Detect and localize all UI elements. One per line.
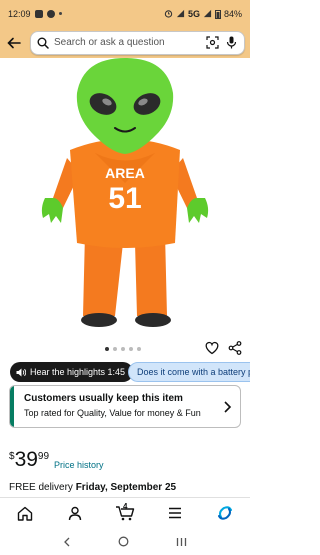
jumpsuit-text-number: 51 — [108, 182, 141, 215]
nav-rufus[interactable] — [210, 500, 240, 526]
signal-bars-icon — [203, 9, 212, 18]
search-input[interactable]: Search or ask a question — [30, 30, 245, 55]
battery-percent: 84% — [223, 8, 242, 19]
bottom-nav: 4 — [0, 498, 250, 528]
price: $ 39 99 — [9, 449, 49, 471]
hear-highlights-label: Hear the highlights 1:45 — [30, 367, 126, 377]
question-chip[interactable]: Does it come with a battery pa — [128, 362, 250, 382]
network-type: 5G — [187, 8, 200, 19]
rufus-assistant-icon — [218, 506, 232, 520]
nav-cart[interactable]: 4 — [110, 500, 140, 526]
price-history-link[interactable]: Price history — [54, 460, 104, 470]
delivery-prefix: FREE delivery — [9, 482, 76, 493]
pager-dot[interactable] — [137, 347, 141, 351]
chat-icon — [46, 9, 55, 18]
keep-card-accent — [10, 386, 14, 427]
jumpsuit-text-area: AREA — [105, 165, 145, 181]
highlight-chips: Hear the highlights 1:45 Does it come wi… — [0, 362, 250, 384]
camera-scan-icon — [205, 36, 219, 49]
battery-icon — [214, 9, 221, 19]
system-recents-icon[interactable] — [176, 537, 187, 547]
camera-search-button[interactable] — [205, 36, 219, 50]
image-pager[interactable] — [105, 347, 141, 351]
home-icon — [17, 506, 33, 521]
product-image[interactable]: AREA 51 — [35, 58, 215, 328]
user-icon — [68, 506, 82, 520]
pager-dot[interactable] — [129, 347, 133, 351]
signal-icon — [176, 9, 185, 18]
alarm-icon — [164, 10, 173, 18]
back-button[interactable] — [5, 34, 23, 52]
delivery-info: FREE delivery Friday, September 25 — [9, 482, 176, 493]
system-back-icon[interactable] — [63, 537, 71, 547]
speaker-icon — [16, 368, 26, 376]
cart-count-badge: 4 — [123, 502, 128, 511]
price-fraction: 99 — [37, 451, 50, 462]
status-bar: 12:09 5G 84% — [0, 0, 250, 27]
nav-home[interactable] — [10, 500, 40, 526]
search-placeholder: Search or ask a question — [54, 37, 165, 48]
microphone-icon — [226, 36, 236, 49]
pager-dot[interactable] — [121, 347, 125, 351]
app-screen: 12:09 5G 84% Search or ask a question AR… — [0, 0, 250, 555]
more-notifications-icon — [58, 12, 62, 15]
pager-dot[interactable] — [105, 347, 109, 351]
price-whole: 39 — [14, 448, 38, 471]
question-chip-label: Does it come with a battery pa — [137, 367, 250, 377]
hamburger-menu-icon — [169, 507, 181, 519]
app-header: Search or ask a question — [0, 27, 250, 58]
product-image-carousel[interactable]: AREA 51 — [0, 58, 250, 331]
nav-menu[interactable] — [160, 500, 190, 526]
share-icon[interactable] — [228, 341, 242, 355]
search-icon — [37, 37, 49, 49]
nav-account[interactable] — [60, 500, 90, 526]
system-navigation-bar — [0, 528, 250, 555]
wishlist-heart-icon[interactable] — [205, 341, 219, 355]
keep-card-subtitle: Top rated for Quality, Value for money &… — [24, 408, 201, 418]
delivery-date: Friday, September 25 — [75, 482, 177, 493]
clock-text: 12:09 — [8, 8, 31, 19]
hear-highlights-button[interactable]: Hear the highlights 1:45 — [10, 362, 134, 382]
chevron-right-icon — [224, 401, 232, 413]
customers-keep-card[interactable]: Customers usually keep this item Top rat… — [9, 385, 241, 428]
notification-icon — [34, 9, 43, 18]
system-home-icon[interactable] — [118, 536, 129, 547]
pager-dot[interactable] — [113, 347, 117, 351]
back-arrow-icon — [7, 37, 21, 48]
keep-card-title: Customers usually keep this item — [24, 393, 183, 404]
voice-search-button[interactable] — [224, 36, 238, 50]
image-pager-row — [0, 331, 250, 366]
